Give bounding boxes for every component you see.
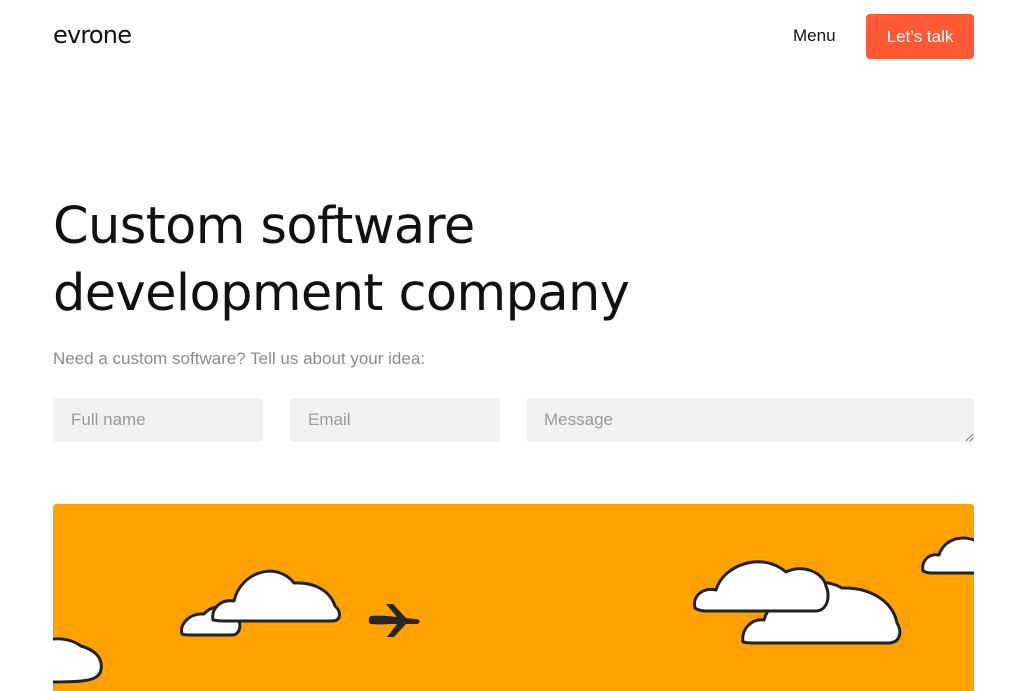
evrone-logo[interactable]: evrone xyxy=(53,19,132,51)
page-title: Custom software development company xyxy=(53,193,753,327)
lets-talk-button[interactable]: Let’s talk xyxy=(866,14,974,59)
hero-subtitle: Need a custom software? Tell us about yo… xyxy=(53,349,426,368)
site-header: evrone Menu Let’s talk xyxy=(0,0,1024,72)
message-field[interactable] xyxy=(526,398,974,442)
email-field[interactable] xyxy=(290,398,500,442)
sky-illustration-svg xyxy=(53,504,974,691)
landing-page: evrone Menu Let’s talk Custom software d… xyxy=(0,0,1024,691)
page-title-line-1: Custom software xyxy=(53,197,475,256)
sky-illustration xyxy=(53,504,974,691)
page-title-line-2: development company xyxy=(53,264,630,323)
full-name-field[interactable] xyxy=(53,398,263,442)
menu-link[interactable]: Menu xyxy=(793,24,836,48)
